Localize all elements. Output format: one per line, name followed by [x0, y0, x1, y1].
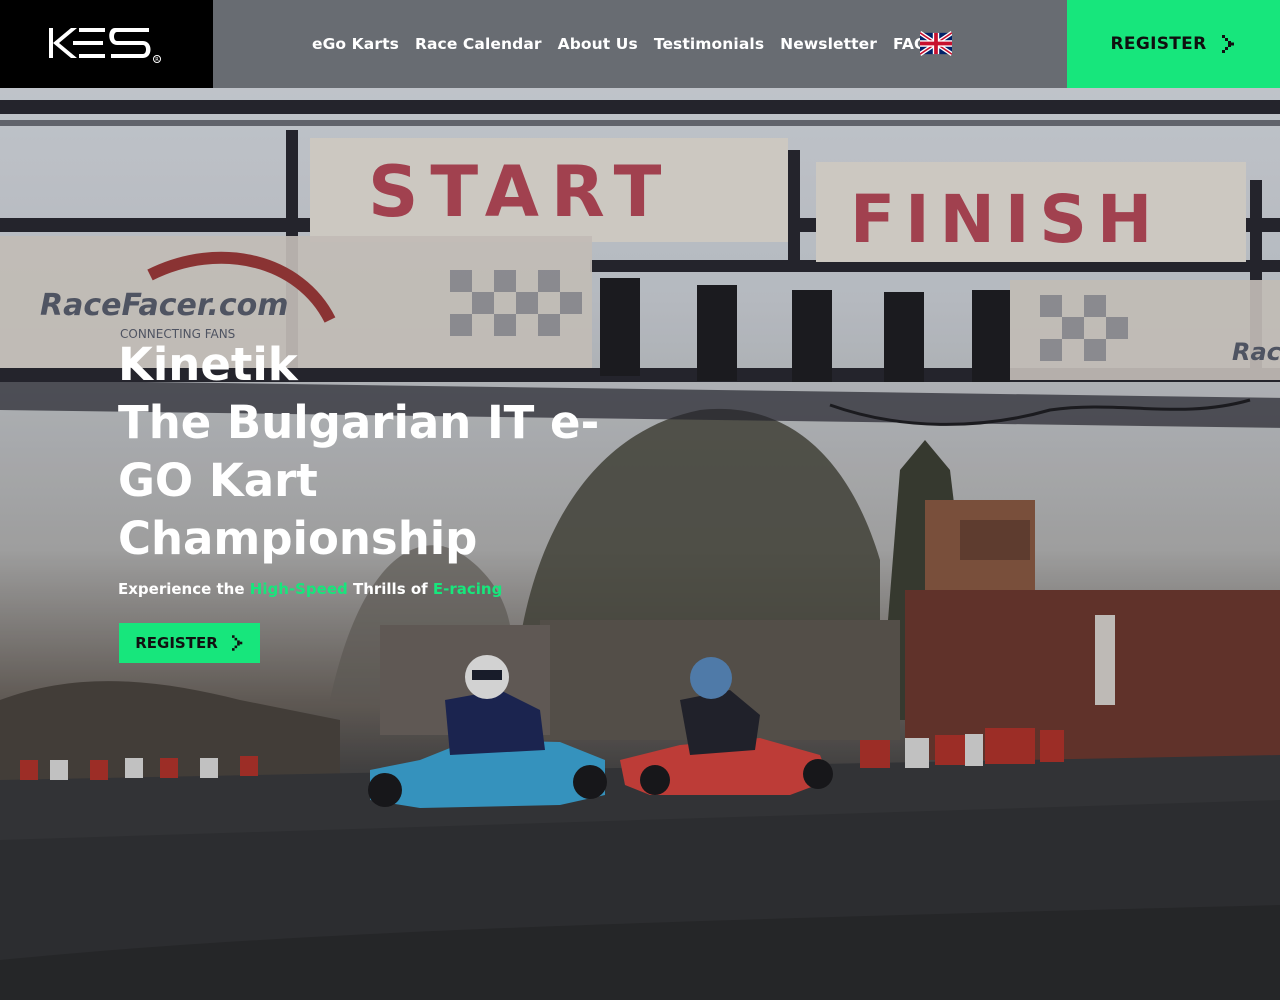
chevron-right-icon	[1222, 35, 1235, 53]
site-logo[interactable]: R	[0, 0, 213, 88]
tagline-highlight: E-racing	[432, 580, 503, 598]
site-header: R eGo Karts Race Calendar About Us Testi…	[0, 0, 1280, 88]
svg-text:R: R	[155, 57, 159, 63]
tagline-part: Thrills of	[347, 580, 433, 598]
chevron-right-icon	[231, 635, 243, 651]
nav-item-about-us[interactable]: About Us	[558, 35, 638, 53]
hero-title-line: The Bulgarian IT e-	[118, 396, 600, 449]
hero-tagline: Experience the High-Speed Thrills of E-r…	[118, 580, 618, 598]
hero-register-button[interactable]: REGISTER	[119, 623, 260, 663]
hero-title-line: Championship	[118, 512, 478, 565]
tagline-part: Experience the	[118, 580, 250, 598]
tagline-highlight: High-Speed	[249, 580, 348, 598]
kes-logo-icon: R	[48, 28, 161, 63]
header-register-button[interactable]: REGISTER	[1067, 0, 1280, 88]
header-register-label: REGISTER	[1110, 34, 1207, 54]
nav-item-ego-karts[interactable]: eGo Karts	[312, 35, 399, 53]
nav-item-testimonials[interactable]: Testimonials	[654, 35, 764, 53]
nav-item-race-calendar[interactable]: Race Calendar	[415, 35, 542, 53]
main-nav: eGo Karts Race Calendar About Us Testimo…	[312, 0, 943, 88]
hero-title: Kinetik The Bulgarian IT e- GO Kart Cham…	[118, 336, 618, 568]
hero-title-line: Kinetik	[118, 338, 298, 391]
nav-item-newsletter[interactable]: Newsletter	[780, 35, 877, 53]
hero-content: Kinetik The Bulgarian IT e- GO Kart Cham…	[118, 336, 618, 598]
hero-title-line: GO Kart	[118, 454, 318, 507]
uk-flag-icon[interactable]	[920, 31, 952, 56]
hero-register-label: REGISTER	[135, 634, 218, 652]
